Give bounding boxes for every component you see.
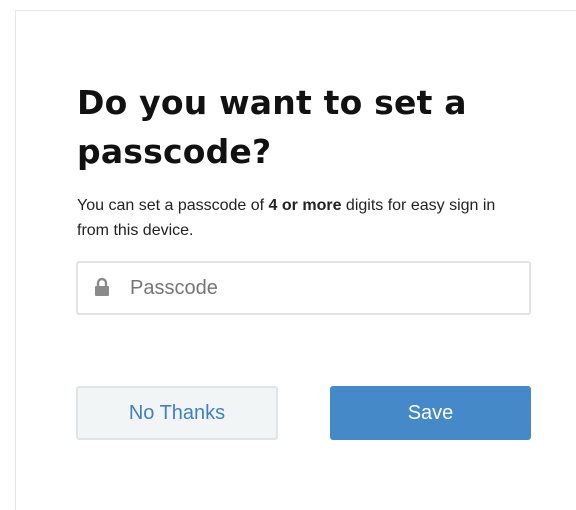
- description-text-bold: 4 or more: [268, 197, 342, 214]
- description-text-before: You can set a passcode of: [77, 197, 269, 214]
- dialog-title: Do you want to set a passcode?: [77, 83, 467, 171]
- dialog-description: You can set a passcode of 4 or more digi…: [77, 193, 527, 243]
- no-thanks-button[interactable]: No Thanks: [76, 386, 278, 440]
- passcode-input[interactable]: [130, 263, 510, 313]
- passcode-field[interactable]: [76, 261, 531, 315]
- lock-icon: [95, 277, 109, 296]
- save-button[interactable]: Save: [330, 386, 531, 440]
